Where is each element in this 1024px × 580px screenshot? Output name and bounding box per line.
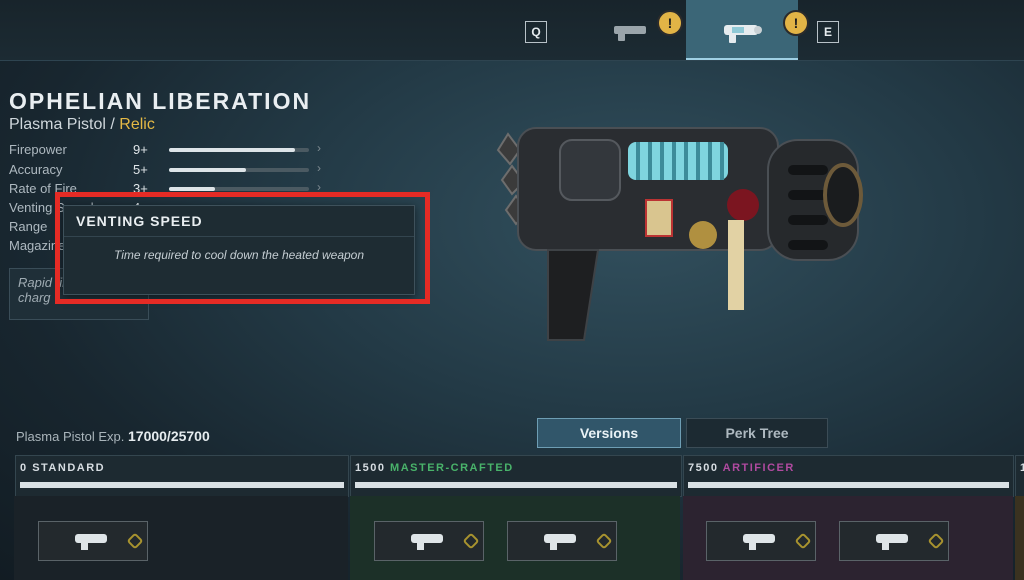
tier-progress: [355, 482, 677, 488]
plasma-pistol-icon: [411, 534, 443, 550]
stat-accuracy[interactable]: Accuracy 5+ ›: [9, 161, 329, 180]
weapon-name: OPHELIAN LIBERATION: [9, 88, 312, 114]
chevron-right-icon: ›: [317, 141, 321, 155]
weapon-version-card[interactable]: [839, 521, 949, 561]
stat-bar: [169, 148, 309, 152]
experience-readout: Plasma Pistol Exp. 17000/25700: [16, 428, 210, 444]
experience-value: 17000/25700: [128, 428, 210, 444]
tier-label: 1500 MASTER-CRAFTED: [355, 462, 514, 474]
tier-master-crafted[interactable]: 1500 MASTER-CRAFTED: [350, 455, 682, 497]
plasma-pistol-icon: [743, 534, 775, 550]
gear-icon: [595, 532, 613, 550]
stat-bar: [169, 168, 309, 172]
weapon-version-card[interactable]: [38, 521, 148, 561]
tier-artificer[interactable]: 7500 ARTIFICER: [683, 455, 1014, 497]
weapon-class: Plasma Pistol: [9, 116, 106, 133]
weapon-tab-plasma-pistol[interactable]: [686, 0, 798, 60]
tier-progress: [20, 482, 344, 488]
next-weapon-key[interactable]: E: [817, 21, 839, 43]
chevron-right-icon: ›: [317, 161, 321, 175]
tier-cost: 7500: [688, 462, 719, 474]
weapon-selector-bar: [0, 0, 1024, 61]
weapon-type: Plasma Pistol / Relic: [9, 116, 155, 134]
weapon-version-card[interactable]: [507, 521, 617, 561]
gear-icon: [126, 532, 144, 550]
tier-progress: [688, 482, 1009, 488]
tier-next[interactable]: 1: [1015, 455, 1024, 497]
tier-name: ARTIFICER: [722, 462, 795, 474]
tier-cost: 1: [1020, 462, 1024, 474]
warning-icon: !: [657, 10, 683, 36]
plasma-pistol-icon: [544, 534, 576, 550]
tier-label: 7500 ARTIFICER: [688, 462, 795, 474]
stat-label: Firepower: [9, 142, 67, 157]
tier-next-panel: [1015, 496, 1024, 580]
versions-button[interactable]: Versions: [537, 418, 681, 448]
type-separator: /: [105, 116, 120, 133]
warning-icon: !: [783, 10, 809, 36]
tier-label: 1: [1020, 462, 1024, 474]
stat-bar: [169, 187, 309, 191]
highlight-box: [55, 192, 430, 304]
weapon-version-card[interactable]: [374, 521, 484, 561]
stat-firepower[interactable]: Firepower 9+ ›: [9, 141, 329, 160]
pistol-icon: [614, 26, 646, 41]
stat-value: 5+: [133, 162, 148, 177]
tier-label: 0 STANDARD: [20, 462, 105, 474]
tier-cost: 0: [20, 462, 28, 474]
perk-tree-button[interactable]: Perk Tree: [686, 418, 828, 448]
stat-label: Accuracy: [9, 162, 63, 177]
weapon-version-card[interactable]: [706, 521, 816, 561]
stat-value: 9+: [133, 142, 148, 157]
plasma-pistol-icon: [75, 534, 107, 550]
weapon-rarity: Relic: [119, 116, 155, 133]
gear-icon: [927, 532, 945, 550]
plasma-pistol-icon: [724, 25, 762, 43]
gear-icon: [462, 532, 480, 550]
gear-icon: [794, 532, 812, 550]
tier-name: MASTER-CRAFTED: [390, 462, 514, 474]
prev-weapon-key[interactable]: Q: [525, 21, 547, 43]
plasma-pistol-render: [496, 127, 863, 341]
tier-cost: 1500: [355, 462, 386, 474]
tier-standard[interactable]: 0 STANDARD: [15, 455, 349, 497]
plasma-pistol-icon: [876, 534, 908, 550]
experience-label: Plasma Pistol Exp.: [16, 429, 125, 444]
stat-label: Range: [9, 219, 48, 234]
tier-name: STANDARD: [32, 462, 106, 474]
